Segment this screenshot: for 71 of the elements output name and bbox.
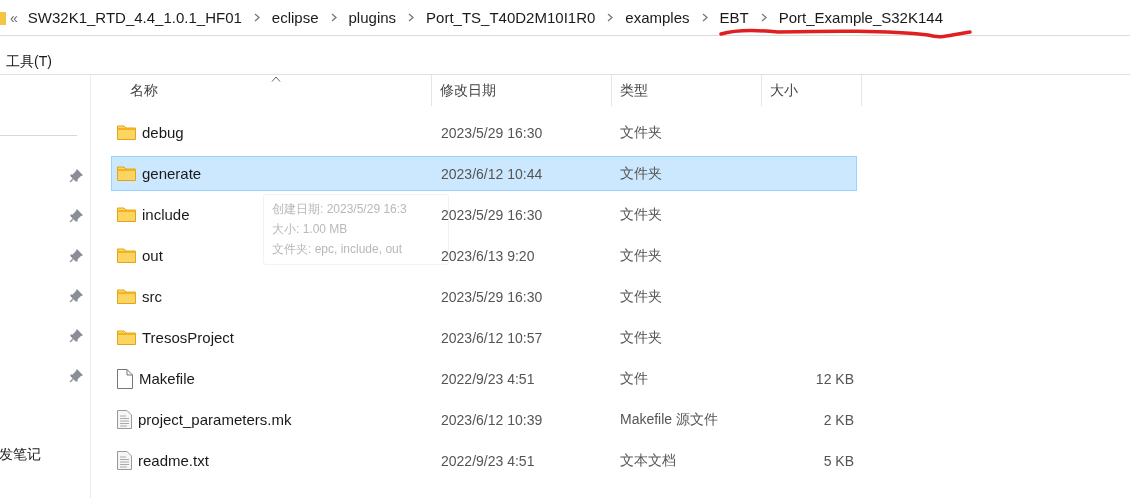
pin-icon[interactable] bbox=[69, 329, 83, 343]
folder-icon bbox=[117, 289, 136, 304]
file-size: 5 KB bbox=[823, 452, 854, 469]
modified-date: 2023/6/12 10:57 bbox=[440, 329, 544, 346]
modified-date: 2023/5/29 16:30 bbox=[440, 288, 544, 305]
file-type: Makefile 源文件 bbox=[619, 410, 720, 429]
breadcrumb-item[interactable]: SW32K1_RTD_4.4_1.0.1_HF01 bbox=[25, 9, 244, 26]
breadcrumb-item[interactable]: Port_TS_T40D2M10I1R0 bbox=[424, 9, 598, 26]
file-name: generate bbox=[142, 165, 202, 182]
chevron-icon[interactable] bbox=[330, 13, 337, 22]
file-type: 文件夹 bbox=[619, 287, 663, 306]
tooltip-line: 文件夹: epc, include, out bbox=[272, 241, 404, 258]
file-type: 文件夹 bbox=[619, 246, 663, 265]
folder-icon bbox=[117, 248, 136, 263]
tooltip-line: 大小: 1.00 MB bbox=[272, 221, 349, 238]
document-icon bbox=[117, 451, 132, 470]
menu-item[interactable]: 工具(T) bbox=[6, 53, 52, 71]
chevron-icon[interactable] bbox=[253, 13, 260, 22]
file-icon bbox=[117, 368, 133, 389]
modified-date: 2023/5/29 16:30 bbox=[440, 124, 544, 141]
folder-icon bbox=[117, 125, 136, 140]
file-name: debug bbox=[142, 124, 184, 141]
chevron-icon[interactable] bbox=[408, 13, 415, 22]
column-header[interactable]: 类型 bbox=[612, 75, 762, 106]
overflow-chevron[interactable]: « bbox=[10, 9, 18, 26]
pin-icon[interactable] bbox=[69, 289, 83, 303]
chevron-icon[interactable] bbox=[701, 13, 708, 22]
file-name: include bbox=[142, 206, 190, 223]
file-type: 文本文档 bbox=[619, 451, 677, 470]
modified-date: 2023/6/13 9:20 bbox=[440, 247, 536, 264]
file-name: out bbox=[142, 247, 163, 264]
breadcrumb-item[interactable]: examples bbox=[623, 9, 692, 26]
column-header[interactable]: 名称 bbox=[111, 75, 432, 106]
file-name: Makefile bbox=[139, 370, 195, 387]
chevron-icon[interactable] bbox=[607, 13, 614, 22]
modified-date: 2023/6/12 10:44 bbox=[440, 165, 544, 182]
modified-date: 2022/9/23 4:51 bbox=[440, 452, 536, 469]
file-name: project_parameters.mk bbox=[138, 411, 292, 428]
pin-icon[interactable] bbox=[69, 209, 83, 223]
column-header[interactable]: 修改日期 bbox=[432, 75, 612, 106]
file-type: 文件夹 bbox=[619, 123, 663, 142]
file-size: 2 KB bbox=[823, 411, 854, 428]
file-size: 12 KB bbox=[815, 370, 854, 387]
file-type: 文件夹 bbox=[619, 205, 663, 224]
file-name: src bbox=[142, 288, 162, 305]
folder-icon bbox=[0, 10, 6, 25]
modified-date: 2023/6/12 10:39 bbox=[440, 411, 544, 428]
folder-icon bbox=[117, 166, 136, 181]
tooltip-line: 创建日期: 2023/5/29 16:3 bbox=[272, 201, 408, 218]
file-name: readme.txt bbox=[138, 452, 209, 469]
pin-icon[interactable] bbox=[69, 249, 83, 263]
nav-item[interactable]: 发笔记 bbox=[0, 446, 41, 464]
breadcrumb-item[interactable]: EBT bbox=[717, 9, 751, 26]
pin-icon[interactable] bbox=[69, 169, 83, 183]
column-header[interactable]: 大小 bbox=[762, 75, 862, 106]
pin-icon[interactable] bbox=[69, 369, 83, 383]
file-type: 文件夹 bbox=[619, 164, 663, 183]
file-type: 文件 bbox=[619, 369, 649, 388]
folder-icon bbox=[117, 330, 136, 345]
folder-icon bbox=[117, 207, 136, 222]
breadcrumb-item[interactable]: Port_Example_S32K144 bbox=[776, 9, 945, 26]
selected-row[interactable]: generate 2023/6/12 10:44 文件夹 bbox=[111, 156, 857, 191]
chevron-icon[interactable] bbox=[760, 13, 767, 22]
breadcrumb-item[interactable]: plugins bbox=[346, 9, 399, 26]
file-name: TresosProject bbox=[142, 329, 234, 346]
breadcrumb-item[interactable]: eclipse bbox=[269, 9, 321, 26]
document-icon bbox=[117, 410, 132, 429]
modified-date: 2022/9/23 4:51 bbox=[440, 370, 536, 387]
file-type: 文件夹 bbox=[619, 328, 663, 347]
modified-date: 2023/5/29 16:30 bbox=[440, 206, 544, 223]
sort-ascending-icon bbox=[271, 76, 281, 82]
